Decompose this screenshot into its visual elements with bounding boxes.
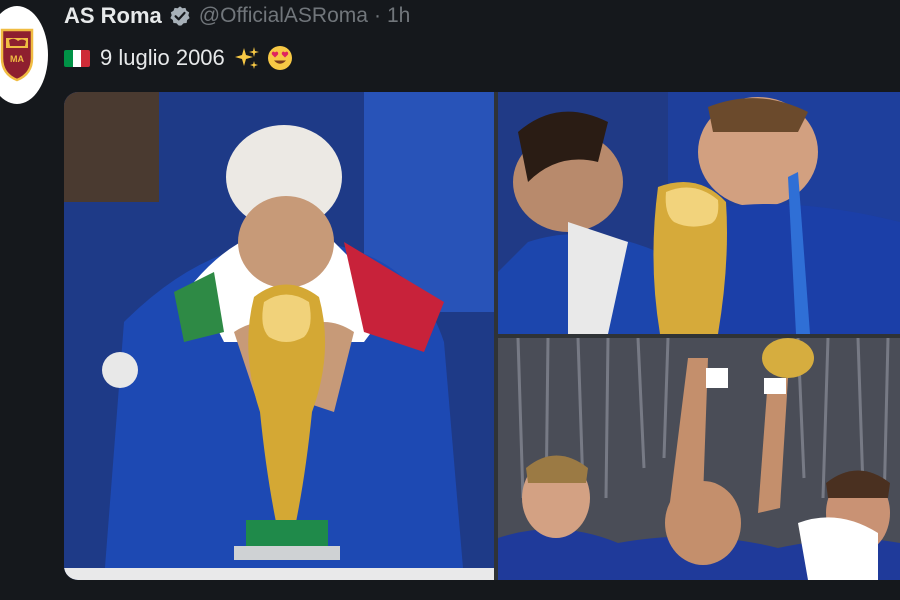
media-bottom-strip xyxy=(64,568,494,580)
separator-dot: · xyxy=(373,4,381,27)
verified-icon xyxy=(170,6,190,26)
photo-illustration xyxy=(498,338,900,580)
handle[interactable]: @OfficialASRoma xyxy=(199,4,368,28)
sparkles-icon xyxy=(234,47,259,69)
photo-trophy-celebration-bottom-right[interactable] xyxy=(498,338,900,580)
svg-text:MA: MA xyxy=(10,54,24,64)
display-name[interactable]: AS Roma xyxy=(64,3,162,29)
heart-eyes-icon xyxy=(267,46,292,70)
photo-illustration xyxy=(498,92,900,334)
photo-world-cup-kiss-top-right[interactable] xyxy=(498,92,900,334)
tweet-text: 9 luglio 2006 xyxy=(64,42,293,74)
photo-world-cup-kiss-left[interactable] xyxy=(64,92,494,580)
tweet-header: AS Roma @OfficialASRoma · 1h xyxy=(64,2,410,30)
media-grid xyxy=(64,92,900,580)
italy-flag-icon xyxy=(64,49,90,67)
as-roma-crest-icon: MA xyxy=(0,28,34,82)
photo-illustration xyxy=(64,92,494,580)
timestamp[interactable]: 1h xyxy=(387,4,410,28)
tweet-text-content: 9 luglio 2006 xyxy=(100,45,225,70)
avatar[interactable]: MA xyxy=(0,6,48,104)
